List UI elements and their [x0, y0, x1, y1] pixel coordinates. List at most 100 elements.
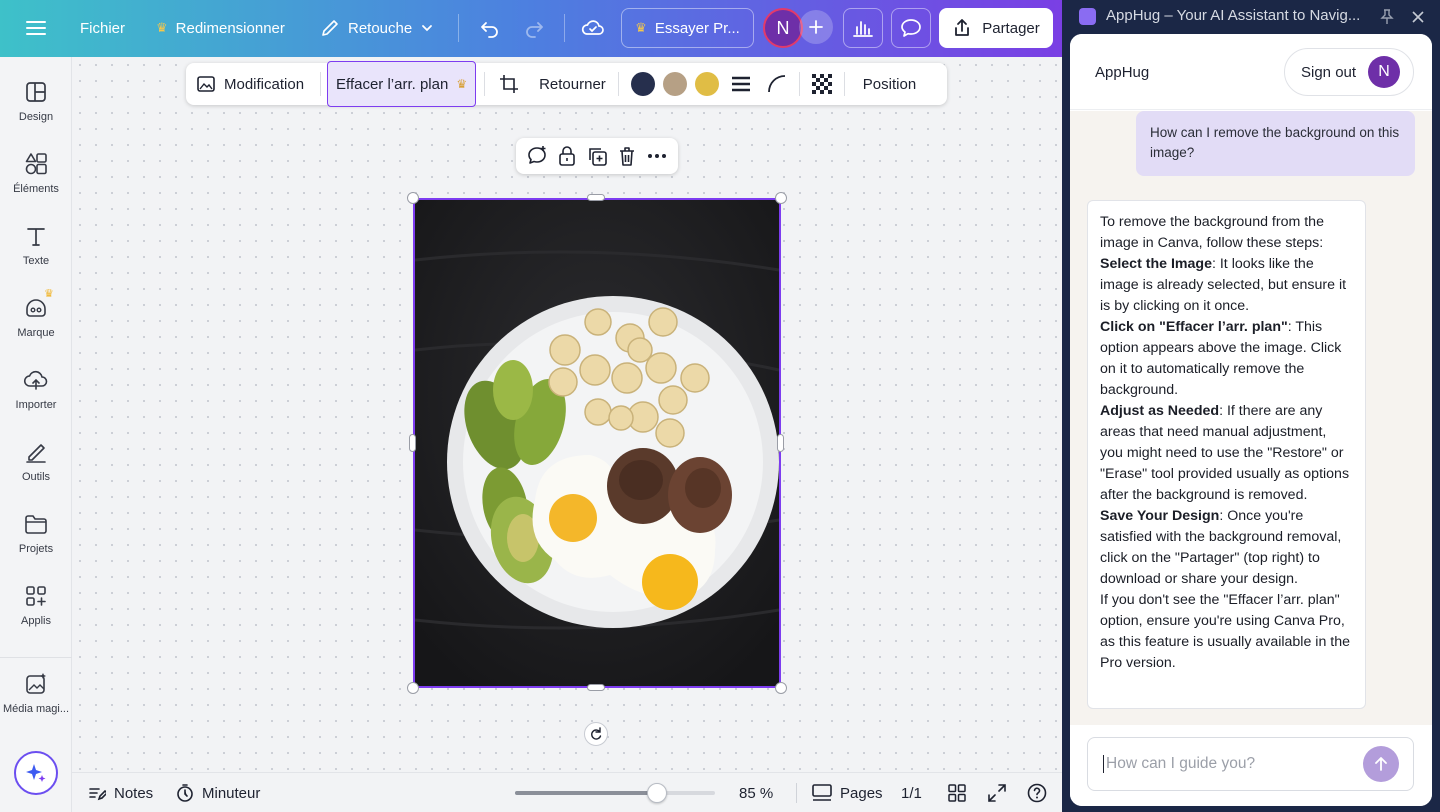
crop-button[interactable]	[499, 63, 519, 105]
resize-button[interactable]: ♛ Redimensionner	[156, 8, 285, 48]
assistant-message: To remove the background from the image …	[1087, 200, 1366, 709]
try-pro-button[interactable]: ♛ Essayer Pr...	[621, 8, 754, 48]
reply-step-3: Adjust as Needed: If there are any areas…	[1100, 403, 1350, 503]
send-button[interactable]	[1363, 746, 1399, 782]
resize-handle-bottom-left[interactable]	[407, 682, 419, 694]
file-menu[interactable]: Fichier	[80, 8, 125, 48]
timer-button[interactable]: Minuteur	[176, 773, 260, 812]
user-message-text: How can I remove the background on this …	[1150, 125, 1400, 160]
chat-input[interactable]: How can I guide you?	[1087, 737, 1414, 791]
sidebar-item-upload[interactable]: Importer	[0, 359, 72, 427]
edit-label: Modification	[224, 75, 305, 93]
zoom-slider-thumb[interactable]	[647, 783, 667, 803]
duplicate-icon[interactable]	[586, 145, 608, 167]
rotate-handle[interactable]	[584, 722, 608, 746]
app-name: AppHug	[1095, 64, 1150, 81]
sidebar-item-design[interactable]: Design	[0, 71, 72, 139]
pen-tool-icon	[26, 444, 46, 463]
flip-button[interactable]: Retourner	[539, 63, 606, 105]
transparency-button[interactable]	[811, 63, 832, 105]
more-options-icon[interactable]	[646, 145, 668, 167]
magic-assistant-button[interactable]	[14, 751, 58, 795]
chat-input-placeholder: How can I guide you?	[1106, 755, 1256, 772]
resize-handle-left[interactable]	[409, 434, 416, 452]
sidebar-item-label: Marque	[17, 327, 55, 339]
sidebar-item-brand[interactable]: ♛ Marque	[0, 287, 72, 355]
resize-handle-right[interactable]	[777, 434, 784, 452]
color-swatch-navy[interactable]	[630, 72, 655, 96]
page-counter[interactable]: 1/1	[901, 773, 922, 812]
resize-handle-top[interactable]	[587, 194, 605, 201]
crop-icon	[500, 75, 519, 93]
page-count: 1/1	[901, 784, 922, 802]
arrow-up-icon	[1375, 757, 1387, 771]
color-swatch-yellow[interactable]	[694, 72, 719, 96]
edit-image-button[interactable]: Modification	[196, 63, 304, 105]
selected-food-photo[interactable]	[413, 198, 781, 688]
panel-avatar: N	[1368, 56, 1401, 88]
background-remover-button[interactable]: Effacer l’arr. plan ♛	[327, 61, 477, 107]
fullscreen-button[interactable]	[988, 773, 1006, 812]
resize-label: Redimensionner	[175, 19, 285, 37]
analytics-button[interactable]	[843, 8, 883, 48]
checkerboard-icon	[811, 74, 832, 94]
apphug-logo-icon	[1079, 8, 1096, 25]
expand-icon	[988, 784, 1006, 802]
try-pro-label: Essayer Pr...	[654, 19, 740, 37]
position-button[interactable]: Position	[863, 63, 916, 105]
pages-button[interactable]: Pages	[812, 773, 883, 812]
layout-icon	[26, 82, 46, 102]
add-comment-icon[interactable]	[526, 145, 548, 167]
menu-icon[interactable]	[18, 8, 54, 48]
resize-handle-bottom-right[interactable]	[775, 682, 787, 694]
resize-handle-top-right[interactable]	[775, 192, 787, 204]
border-style-button[interactable]	[731, 63, 751, 105]
lock-icon[interactable]	[556, 145, 578, 167]
avatar[interactable]: N	[763, 8, 803, 48]
sidebar-item-projects[interactable]: Projets	[0, 503, 72, 571]
apphug-panel: AppHug Sign out N How can I remove the b…	[1070, 34, 1432, 806]
comments-button[interactable]	[891, 8, 931, 48]
reply-intro: To remove the background from the image …	[1100, 214, 1324, 251]
resize-handle-bottom[interactable]	[587, 684, 605, 691]
undo-icon[interactable]	[471, 8, 507, 48]
sidebar-item-apps[interactable]: Applis	[0, 575, 72, 643]
sign-out-button[interactable]: Sign out N	[1284, 48, 1414, 96]
close-icon[interactable]	[1411, 10, 1425, 24]
add-collaborator-button[interactable]	[799, 10, 833, 44]
help-button[interactable]	[1027, 773, 1047, 812]
crown-icon: ♛	[156, 20, 168, 35]
file-label: Fichier	[80, 19, 126, 37]
corner-rounding-button[interactable]	[767, 63, 787, 105]
share-button[interactable]: Partager	[939, 8, 1053, 48]
corner-curve-icon	[767, 75, 785, 93]
trash-icon[interactable]	[616, 145, 638, 167]
flip-label: Retourner	[539, 75, 606, 93]
panel-header: AppHug Sign out N	[1070, 34, 1432, 110]
sidebar-item-text[interactable]: Texte	[0, 215, 72, 283]
sidebar-item-label: Texte	[22, 255, 50, 267]
zoom-slider[interactable]	[515, 783, 715, 803]
color-swatch-tan[interactable]	[662, 72, 687, 96]
speech-bubble-icon	[901, 19, 921, 37]
context-toolbar: Modification Effacer l’arr. plan ♛ Retou…	[186, 61, 947, 107]
cloud-saved-icon[interactable]	[575, 8, 611, 48]
bottom-bar: Notes Minuteur 85 % Pages 1/1	[72, 772, 1062, 812]
sidebar-item-magic-media[interactable]: Média magi...	[0, 663, 72, 731]
sidebar-item-tools[interactable]: Outils	[0, 431, 72, 499]
redo-icon[interactable]	[517, 8, 553, 48]
pin-icon[interactable]	[1379, 9, 1395, 25]
notes-button[interactable]: Notes	[88, 773, 153, 812]
reply-step-1: Select the Image: It looks like the imag…	[1100, 256, 1347, 314]
share-upload-icon	[955, 19, 970, 36]
retouch-menu[interactable]: Retouche	[320, 8, 434, 48]
sidebar-item-elements[interactable]: Éléments	[0, 143, 72, 211]
sparkle-icon	[26, 764, 46, 782]
resize-handle-top-left[interactable]	[407, 192, 419, 204]
sign-out-label: Sign out	[1301, 63, 1357, 81]
share-label: Partager	[982, 19, 1040, 37]
zoom-level-button[interactable]: 85 %	[739, 773, 773, 812]
grid-view-button[interactable]	[948, 773, 966, 812]
bg-remove-label: Effacer l’arr. plan	[336, 75, 449, 93]
magic-media-icon	[26, 673, 46, 694]
